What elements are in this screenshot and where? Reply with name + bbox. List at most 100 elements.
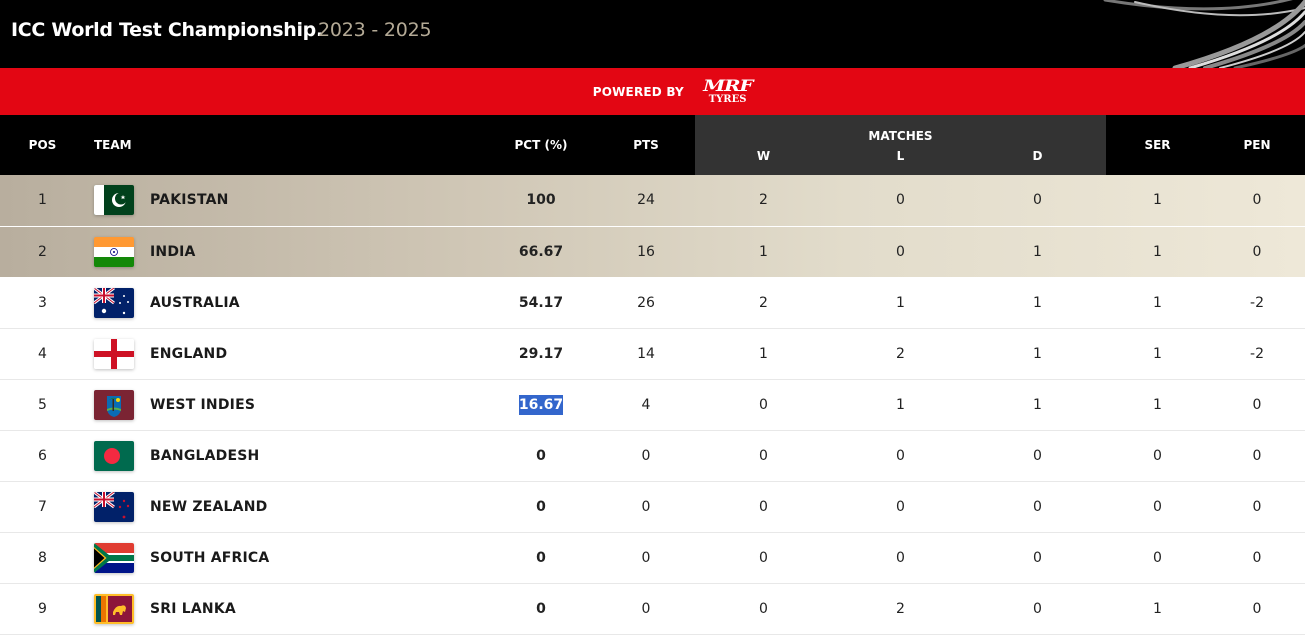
table-row[interactable]: 9 SRI LANKA 0 0 0 2 0 1 0 [0, 583, 1305, 635]
team-cell[interactable]: SRI LANKA [85, 583, 485, 635]
pos-cell: 1 [0, 175, 85, 227]
pos-cell: 4 [0, 328, 85, 380]
pos-cell: 5 [0, 379, 85, 431]
selected-text: 16.67 [518, 394, 564, 415]
losses-cell: 2 [832, 328, 969, 380]
draws-cell: 1 [969, 226, 1106, 278]
team-cell[interactable]: INDIA [85, 226, 485, 278]
penalty-cell: -2 [1209, 328, 1305, 380]
bangladesh-flag-icon [94, 440, 134, 471]
column-header-w: W [695, 145, 832, 175]
mrf-tyres-logo[interactable]: MRF TYRES [703, 78, 753, 105]
team-name: WEST INDIES [150, 396, 256, 413]
team-cell[interactable]: AUSTRALIA [85, 277, 485, 329]
table-row[interactable]: 6 BANGLADESH 0 0 0 0 0 0 0 [0, 430, 1305, 482]
pts-cell: 24 [597, 175, 695, 227]
pts-cell: 14 [597, 328, 695, 380]
pts-cell: 0 [597, 583, 695, 635]
table-row[interactable]: 5 WEST INDIES 16.67 4 0 1 1 1 0 [0, 379, 1305, 431]
standings-table: POS TEAM PCT (%) PTS MATCHES SER PEN W L… [0, 115, 1305, 635]
pct-cell: 100 [485, 175, 597, 227]
pos-cell: 9 [0, 583, 85, 635]
pct-cell: 0 [485, 430, 597, 482]
penalty-cell: 0 [1209, 532, 1305, 584]
team-link[interactable]: SRI LANKA [94, 593, 485, 624]
series-cell: 0 [1106, 481, 1209, 533]
pct-cell: 54.17 [485, 277, 597, 329]
series-cell: 1 [1106, 175, 1209, 227]
team-cell[interactable]: PAKISTAN [85, 175, 485, 227]
penalty-cell: 0 [1209, 175, 1305, 227]
wins-cell: 0 [695, 583, 832, 635]
wins-cell: 2 [695, 277, 832, 329]
penalty-cell: 0 [1209, 583, 1305, 635]
table-row[interactable]: 2 INDIA 66.67 16 1 0 1 1 0 [0, 226, 1305, 278]
pts-cell: 0 [597, 532, 695, 584]
table-row[interactable]: 8 SOUTH AFRICA 0 0 0 0 0 0 0 [0, 532, 1305, 584]
draws-cell: 0 [969, 175, 1106, 227]
table-row[interactable]: 3 AUSTRALIA 54.17 26 2 1 1 1 -2 [0, 277, 1305, 329]
team-name: BANGLADESH [150, 447, 260, 464]
table-row[interactable]: 7 NEW ZEALAND 0 0 0 0 0 0 0 [0, 481, 1305, 533]
wins-cell: 0 [695, 481, 832, 533]
losses-cell: 0 [832, 532, 969, 584]
wins-cell: 0 [695, 379, 832, 431]
team-name: SRI LANKA [150, 600, 236, 617]
series-cell: 0 [1106, 430, 1209, 482]
team-link[interactable]: BANGLADESH [94, 440, 485, 471]
wins-cell: 1 [695, 226, 832, 278]
losses-cell: 1 [832, 379, 969, 431]
column-header-l: L [832, 145, 969, 175]
team-name: PAKISTAN [150, 192, 229, 209]
new-zealand-flag-icon [94, 491, 134, 522]
column-header-team: TEAM [85, 115, 485, 175]
draws-cell: 0 [969, 481, 1106, 533]
penalty-cell: 0 [1209, 481, 1305, 533]
draws-cell: 0 [969, 532, 1106, 584]
column-header-ser: SER [1106, 115, 1209, 175]
pos-cell: 8 [0, 532, 85, 584]
column-header-pct: PCT (%) [485, 115, 597, 175]
pos-cell: 7 [0, 481, 85, 533]
team-link[interactable]: PAKISTAN [94, 185, 485, 216]
pts-cell: 26 [597, 277, 695, 329]
sri-lanka-flag-icon [94, 593, 134, 624]
pts-cell: 0 [597, 430, 695, 482]
pct-cell: 16.67 [485, 379, 597, 431]
team-cell[interactable]: NEW ZEALAND [85, 481, 485, 533]
south-africa-flag-icon [94, 542, 134, 573]
mrf-logo-text: MRF [702, 76, 753, 95]
team-link[interactable]: SOUTH AFRICA [94, 542, 485, 573]
table-row[interactable]: 1 PAKISTAN 100 24 2 0 0 1 0 [0, 175, 1305, 227]
team-cell[interactable]: BANGLADESH [85, 430, 485, 482]
team-cell[interactable]: SOUTH AFRICA [85, 532, 485, 584]
series-cell: 1 [1106, 379, 1209, 431]
team-link[interactable]: ENGLAND [94, 338, 485, 369]
team-link[interactable]: AUSTRALIA [94, 287, 485, 318]
draws-cell: 0 [969, 583, 1106, 635]
team-name: AUSTRALIA [150, 294, 240, 311]
team-link[interactable]: INDIA [94, 236, 485, 267]
tyres-logo-text: TYRES [708, 94, 747, 105]
column-header-pos: POS [0, 115, 85, 175]
team-link[interactable]: NEW ZEALAND [94, 491, 485, 522]
pos-cell: 2 [0, 226, 85, 278]
losses-cell: 0 [832, 226, 969, 278]
pts-cell: 4 [597, 379, 695, 431]
losses-cell: 0 [832, 430, 969, 482]
england-flag-icon [94, 338, 134, 369]
draws-cell: 1 [969, 328, 1106, 380]
team-name: ENGLAND [150, 345, 228, 362]
penalty-cell: 0 [1209, 430, 1305, 482]
losses-cell: 0 [832, 481, 969, 533]
team-link[interactable]: WEST INDIES [94, 389, 485, 420]
team-name: NEW ZEALAND [150, 498, 268, 515]
pts-cell: 0 [597, 481, 695, 533]
penalty-cell: -2 [1209, 277, 1305, 329]
sponsor-bar: POWERED BY MRF TYRES [0, 68, 1305, 115]
team-cell[interactable]: WEST INDIES [85, 379, 485, 431]
pakistan-flag-icon [94, 185, 134, 216]
decorative-swoosh-icon [1103, 0, 1305, 68]
team-cell[interactable]: ENGLAND [85, 328, 485, 380]
table-row[interactable]: 4 ENGLAND 29.17 14 1 2 1 1 -2 [0, 328, 1305, 380]
